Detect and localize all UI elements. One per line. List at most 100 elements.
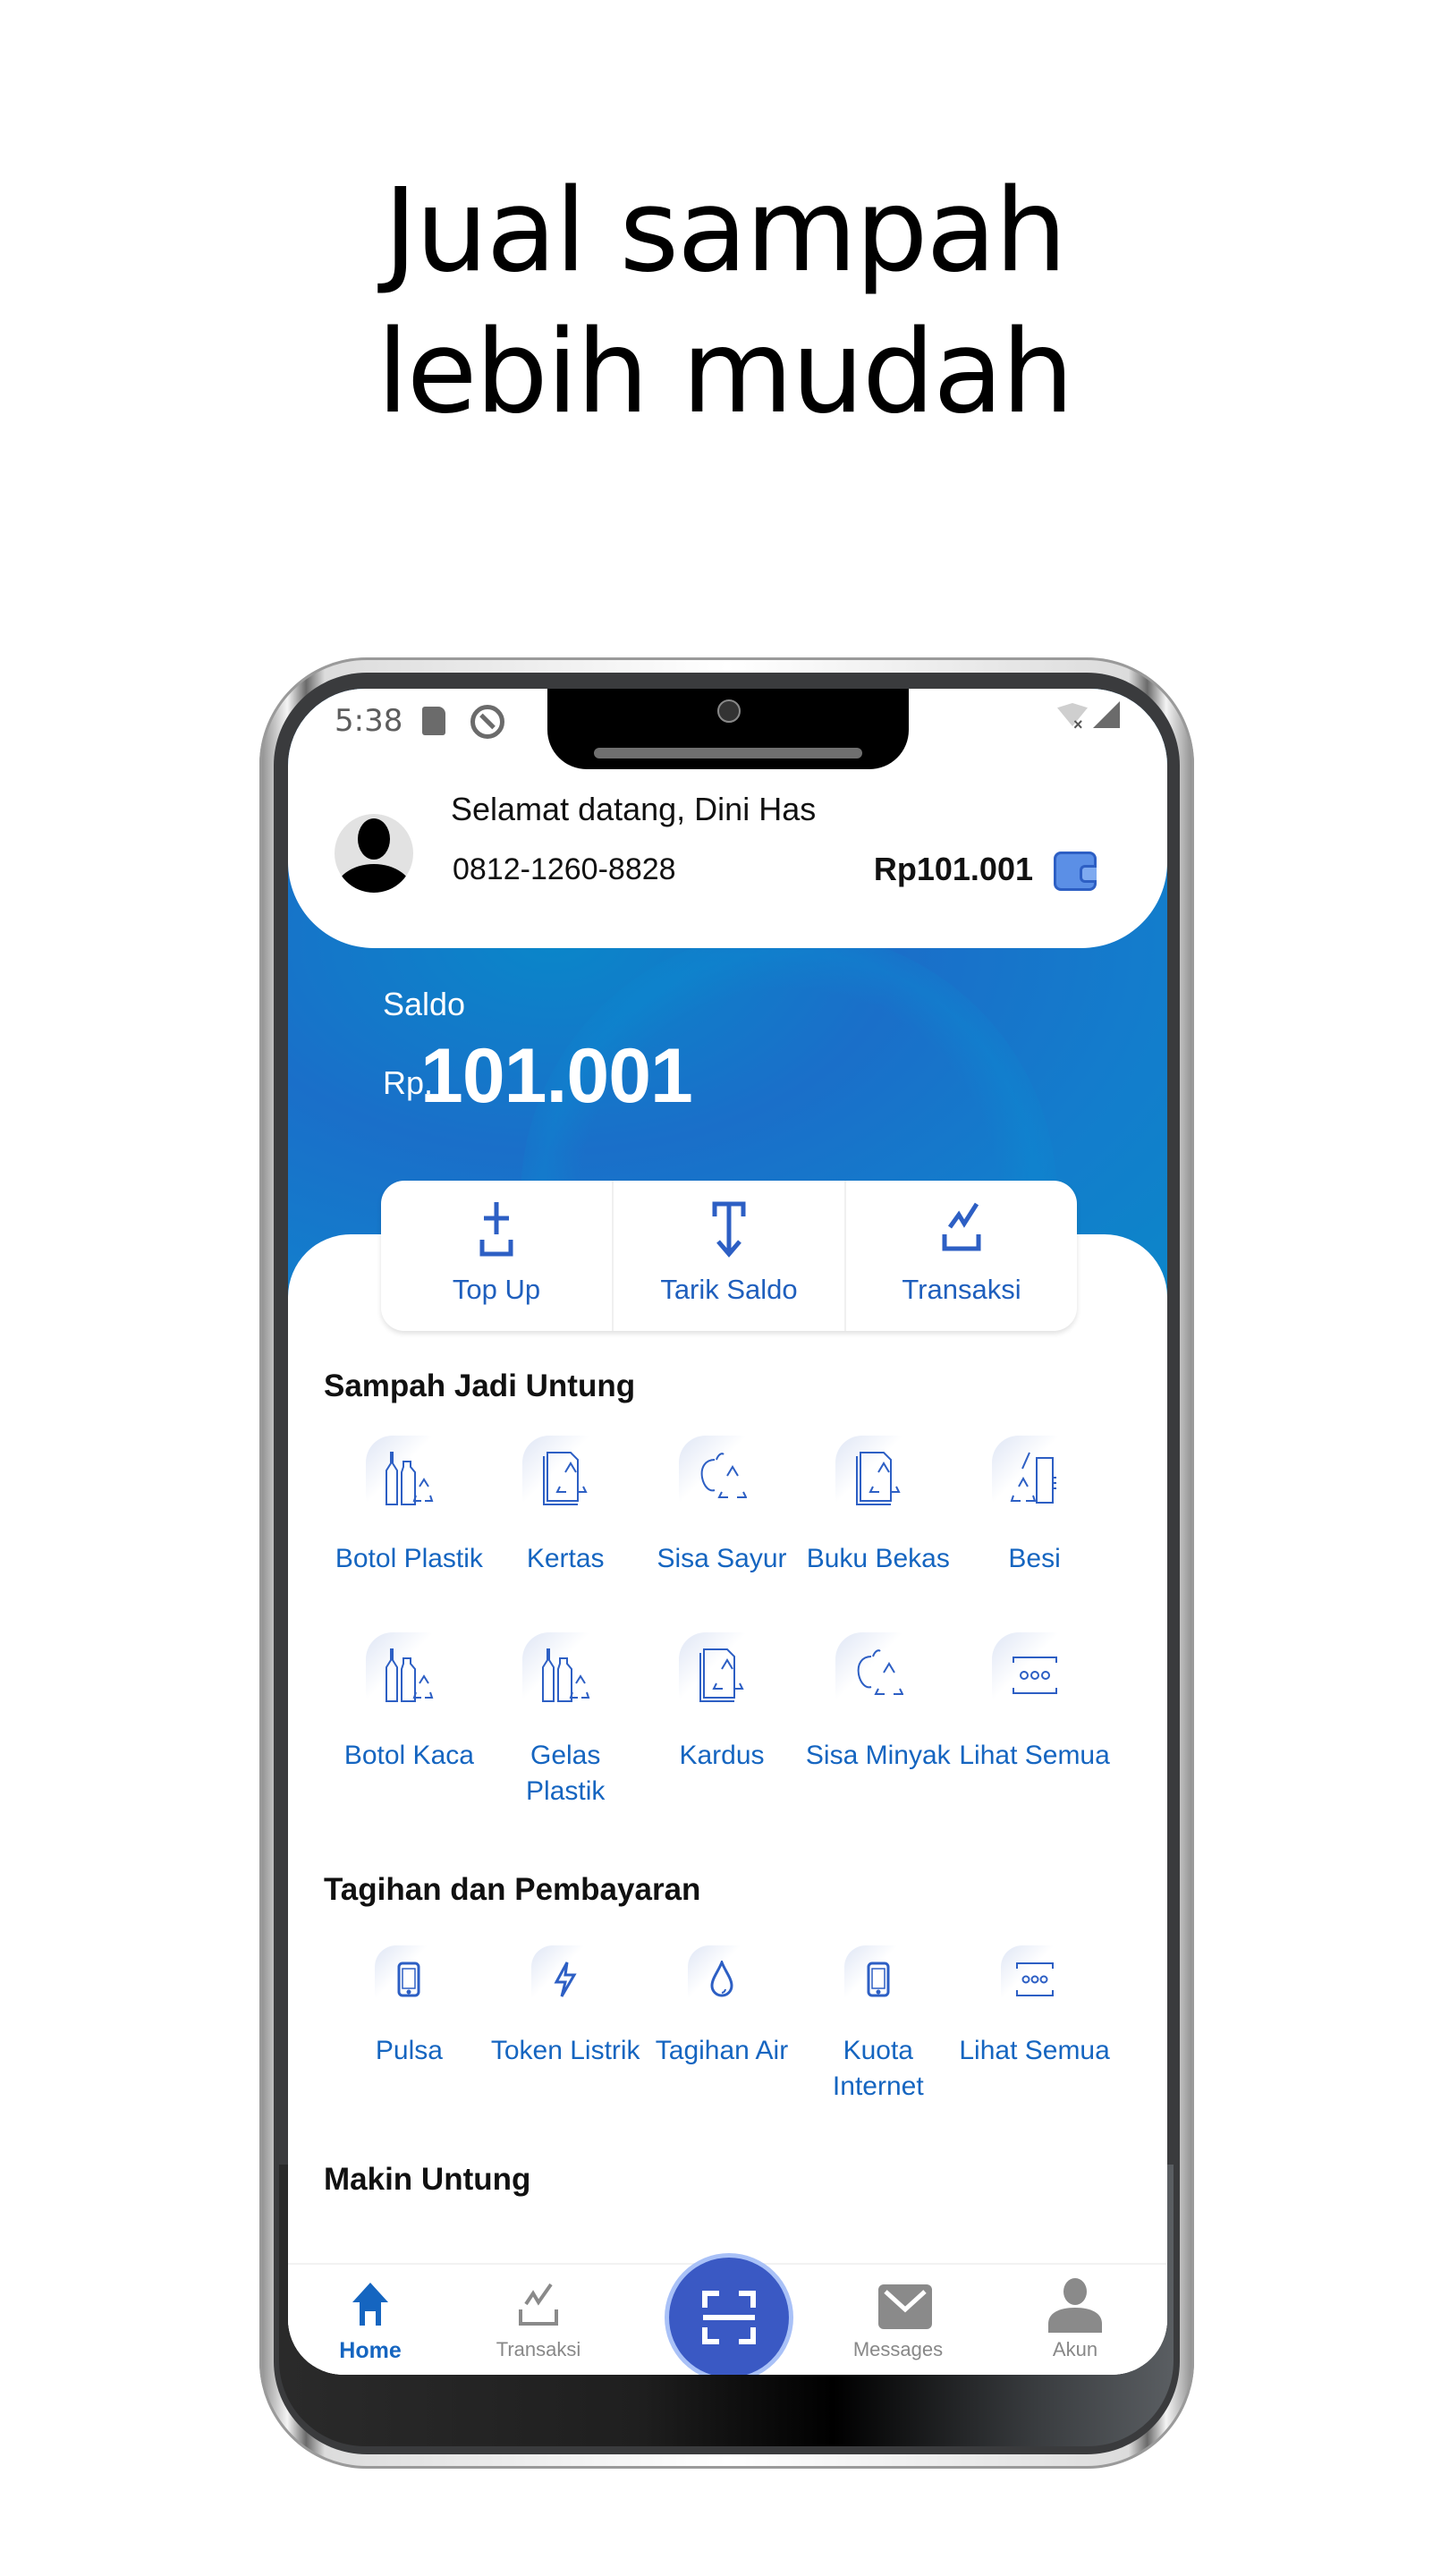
sampah-grid: Botol Plastik Kertas Sisa Sayur Buku Bek… [331, 1436, 1113, 1829]
sampah-label: Kertas [526, 1544, 605, 1573]
tile [835, 1436, 921, 1521]
chart-icon [942, 1202, 981, 1251]
tile [375, 1945, 444, 2013]
sampah-item-botol-plastik[interactable]: Botol Plastik [331, 1436, 487, 1632]
section-title-tagihan: Tagihan dan Pembayaran [324, 1872, 701, 1907]
nav-messages-label: Messages [852, 2338, 944, 2360]
scan-button[interactable] [669, 2258, 789, 2375]
home-icon [352, 2283, 388, 2326]
paper-recycle-icon [543, 1452, 588, 1505]
tagihan-label: Token Listrik [490, 2036, 640, 2065]
vegetable-recycle-icon [857, 1649, 903, 1695]
chart-icon [519, 2283, 558, 2326]
phone-screen: Selamat datang, Dini Has 0812-1260-8828 … [288, 689, 1167, 2375]
tile [678, 1436, 765, 1521]
sampah-label: Lihat Semua [959, 1741, 1110, 1770]
main-content: Sampah Jadi Untung Botol Plastik Kertas … [288, 1234, 1167, 2375]
wallet-icon[interactable] [1054, 852, 1097, 891]
headline-line-1: Jual sampah [383, 165, 1067, 298]
status-time: 5:38 [335, 703, 403, 739]
sampah-item-besi[interactable]: Besi [956, 1436, 1113, 1632]
tile [991, 1436, 1078, 1521]
tile [531, 1945, 600, 2013]
tile [843, 1945, 912, 2013]
phone-icon [397, 1962, 420, 1997]
greeting-text: Selamat datang, Dini Has [451, 791, 817, 827]
vegetable-recycle-icon [700, 1453, 747, 1498]
camera-icon [717, 699, 741, 723]
paper-recycle-icon [699, 1648, 744, 1702]
tagihan-item-kuota-internet[interactable]: Kuota Internet [800, 1945, 956, 2142]
avatar-head [358, 818, 390, 860]
section-title-makin-untung: Makin Untung [324, 2162, 531, 2197]
saldo-label: Saldo [383, 986, 466, 1022]
promo-headline: Jual sampah lebih mudah [0, 161, 1449, 444]
sampah-label: Kardus [679, 1741, 765, 1770]
sampah-item-lihat-semua[interactable]: Lihat Semua [956, 1632, 1113, 1829]
tile [366, 1632, 453, 1718]
nav-akun-label: Akun [1052, 2338, 1098, 2360]
transaksi-label: Transaksi [902, 1274, 1021, 1305]
transaksi-button[interactable]: Transaksi [844, 1181, 1077, 1331]
quick-actions: Top Up Tarik Saldo Transaksi [381, 1181, 1077, 1331]
sampah-item-botol-kaca[interactable]: Botol Kaca [331, 1632, 487, 1829]
tagihan-label: Lihat Semua [959, 2036, 1110, 2065]
sampah-item-gelas-plastik[interactable]: Gelas Plastik [487, 1632, 644, 1829]
tagihan-item-token-listrik[interactable]: Token Listrik [487, 1945, 644, 2142]
metal-recycle-icon [1010, 1452, 1056, 1504]
sampah-label: Sisa Minyak [805, 1741, 951, 1770]
bottom-navigation: Home Transaksi Messages Akun [288, 2258, 1167, 2375]
sampah-label: Botol Kaca [343, 1741, 474, 1770]
avatar[interactable] [335, 814, 413, 893]
sync-icon [470, 705, 504, 739]
tile [991, 1632, 1078, 1718]
tile [687, 1945, 756, 2013]
bottle-recycle-icon [542, 1648, 590, 1702]
tagihan-item-tagihan-air[interactable]: Tagihan Air [644, 1945, 801, 2142]
sd-card-icon [422, 707, 445, 735]
sampah-item-sisa-sayur[interactable]: Sisa Sayur [644, 1436, 801, 1632]
tagihan-label: Pulsa [375, 2036, 443, 2065]
tile [678, 1632, 765, 1718]
sampah-label: Gelas Plastik [526, 1741, 606, 1806]
top-up-label: Top Up [452, 1274, 541, 1305]
tile [522, 1632, 609, 1718]
section-title-sampah: Sampah Jadi Untung [324, 1368, 636, 1403]
tagihan-grid: Pulsa Token Listrik Tagihan Air Kuota In… [331, 1945, 1113, 2142]
sampah-item-sisa-minyak[interactable]: Sisa Minyak [800, 1632, 956, 1829]
profile-balance: Rp101.001 [873, 851, 1033, 887]
sampah-item-buku-bekas[interactable]: Buku Bekas [800, 1436, 956, 1632]
tile [1000, 1945, 1069, 2013]
more-icon [1012, 1657, 1057, 1694]
tagihan-item-lihat-semua[interactable]: Lihat Semua [956, 1945, 1113, 2142]
nav-home-label: Home [339, 2338, 402, 2363]
sampah-label: Buku Bekas [806, 1544, 950, 1573]
book-recycle-icon [855, 1452, 901, 1505]
phone-icon [867, 1962, 890, 1997]
tarik-saldo-button[interactable]: Tarik Saldo [612, 1181, 844, 1331]
avatar-body [335, 864, 413, 893]
phone-number: 0812-1260-8828 [453, 852, 676, 886]
sampah-item-kardus[interactable]: Kardus [644, 1632, 801, 1829]
nav-transaksi-label: Transaksi [496, 2338, 581, 2360]
bottle-recycle-icon [386, 1452, 434, 1505]
tile [366, 1436, 453, 1521]
headline-line-2: lebih mudah [377, 306, 1074, 439]
sampah-item-kertas[interactable]: Kertas [487, 1436, 644, 1632]
tagihan-label: Kuota Internet [832, 2036, 924, 2101]
scan-icon [702, 2291, 756, 2344]
user-icon [1048, 2278, 1102, 2333]
mail-icon [878, 2284, 932, 2329]
withdraw-icon [712, 1201, 746, 1258]
top-up-button[interactable]: Top Up [381, 1181, 612, 1331]
sampah-label: Besi [1008, 1544, 1061, 1573]
sampah-label: Botol Plastik [335, 1544, 483, 1573]
tagihan-label: Tagihan Air [655, 2036, 789, 2065]
sampah-label: Sisa Sayur [657, 1544, 787, 1573]
lightning-icon [554, 1962, 577, 1997]
more-icon [1015, 1962, 1054, 1996]
bottle-recycle-icon [386, 1648, 434, 1702]
saldo-amount: 101.001 [420, 1033, 693, 1119]
camera-notch [547, 689, 909, 769]
tagihan-item-pulsa[interactable]: Pulsa [331, 1945, 487, 2142]
